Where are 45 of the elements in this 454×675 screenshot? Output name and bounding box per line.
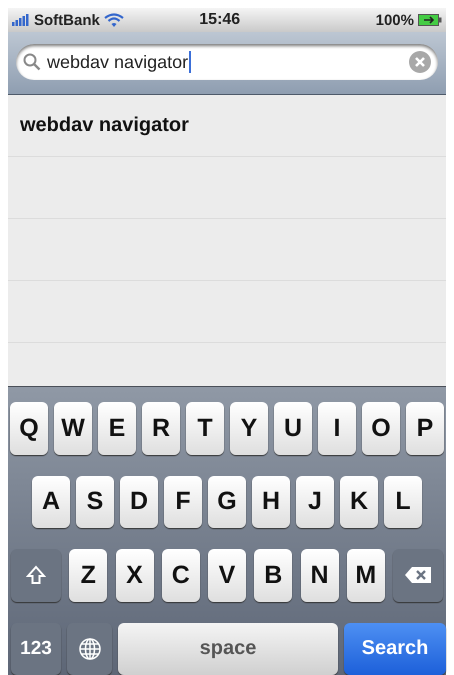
letter-key[interactable]: K bbox=[340, 476, 378, 528]
search-field[interactable]: webdav navigator bbox=[16, 44, 438, 80]
shift-key[interactable] bbox=[11, 549, 61, 602]
numbers-key[interactable]: 123 bbox=[11, 622, 61, 675]
letter-key[interactable]: N bbox=[300, 549, 338, 602]
letter-key[interactable]: C bbox=[162, 549, 200, 602]
letter-key[interactable]: G bbox=[208, 476, 246, 528]
letter-key[interactable]: Q bbox=[10, 402, 48, 454]
battery-percent: 100% bbox=[376, 12, 414, 28]
letter-key[interactable]: W bbox=[54, 402, 92, 454]
search-icon bbox=[23, 53, 41, 71]
letter-key[interactable]: U bbox=[274, 402, 312, 454]
signal-icon bbox=[12, 14, 30, 26]
letter-key[interactable]: F bbox=[164, 476, 202, 528]
text-cursor bbox=[189, 51, 192, 73]
wifi-icon bbox=[104, 13, 124, 27]
letter-key[interactable]: Z bbox=[69, 549, 108, 602]
letter-key[interactable]: R bbox=[142, 402, 180, 454]
battery-icon bbox=[418, 14, 442, 26]
search-button[interactable]: Search bbox=[344, 622, 446, 675]
globe-key[interactable] bbox=[67, 622, 112, 675]
letter-key[interactable]: J bbox=[296, 476, 334, 528]
letter-key[interactable]: V bbox=[208, 549, 246, 602]
letter-key[interactable]: T bbox=[186, 402, 224, 454]
clock-time: 15:46 bbox=[198, 11, 242, 29]
letter-key[interactable]: E bbox=[98, 402, 136, 454]
search-suggestion[interactable]: webdav navigator bbox=[20, 114, 189, 137]
letter-key[interactable]: X bbox=[116, 549, 154, 602]
shift-icon bbox=[26, 565, 46, 586]
letter-key[interactable]: Y bbox=[230, 402, 268, 454]
letter-key[interactable]: O bbox=[362, 402, 400, 454]
delete-key[interactable] bbox=[393, 549, 443, 602]
globe-icon bbox=[78, 636, 102, 661]
letter-key[interactable]: D bbox=[120, 476, 158, 528]
letter-key[interactable]: B bbox=[254, 549, 292, 602]
letter-key[interactable]: L bbox=[384, 476, 422, 528]
letter-key[interactable]: I bbox=[318, 402, 356, 454]
letter-key[interactable]: A bbox=[32, 476, 70, 528]
letter-key[interactable]: H bbox=[252, 476, 290, 528]
space-key[interactable]: space bbox=[118, 622, 338, 675]
carrier-name: SoftBank bbox=[34, 12, 100, 28]
delete-icon bbox=[404, 566, 432, 584]
letter-key[interactable]: M bbox=[346, 549, 385, 602]
letter-key[interactable]: S bbox=[76, 476, 114, 528]
letter-key[interactable]: P bbox=[406, 402, 444, 454]
